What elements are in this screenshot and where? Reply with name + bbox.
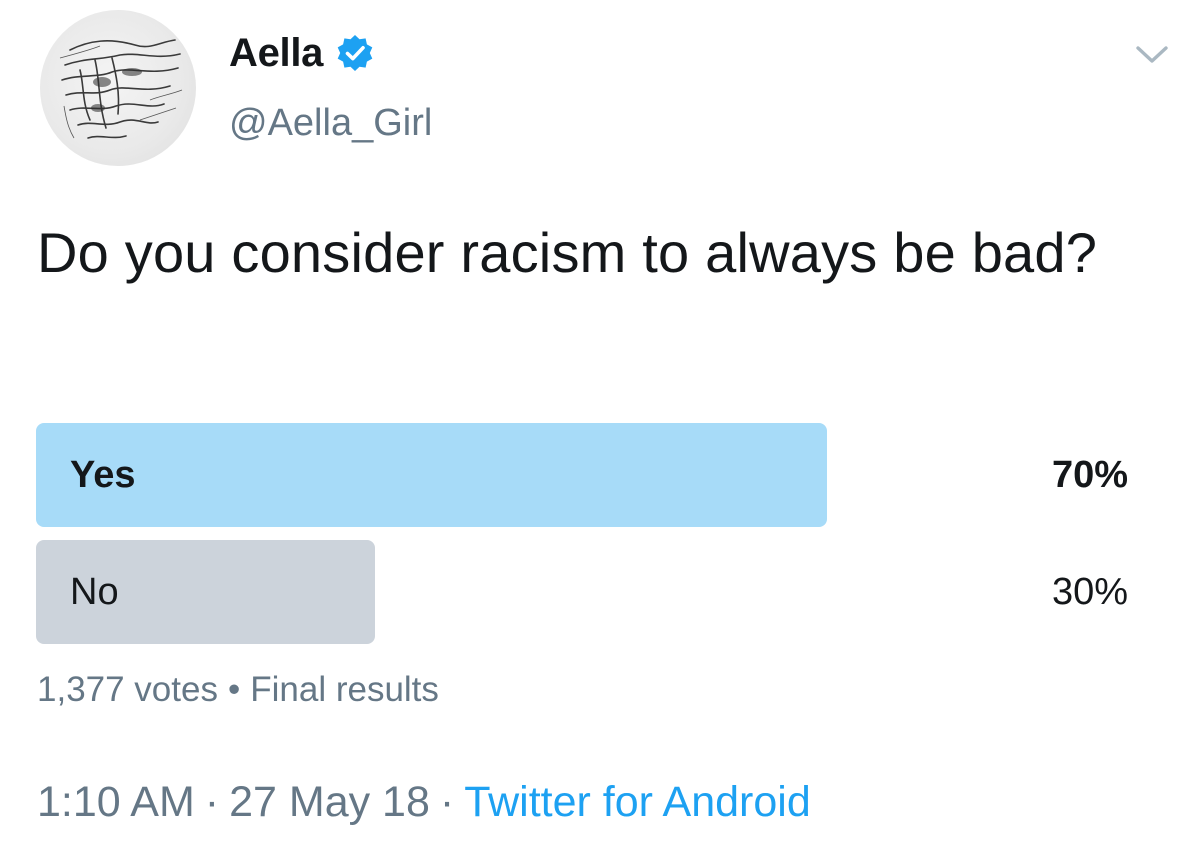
poll-option: No 30% (36, 540, 1166, 644)
poll-option-label: Yes (70, 454, 136, 496)
tweet-time[interactable]: 1:10 AM (37, 778, 195, 826)
author-handle[interactable]: @Aella_Girl (229, 102, 432, 145)
tweet-date[interactable]: 27 May 18 (229, 778, 430, 826)
tweet-card: Aella @Aella_Girl Do you consider racism… (0, 0, 1200, 856)
display-name[interactable]: Aella (229, 31, 323, 76)
chevron-down-icon[interactable] (1132, 40, 1172, 68)
poll-option: Yes 70% (36, 423, 1166, 527)
poll-status: Final results (250, 670, 439, 709)
verified-badge-icon (335, 33, 375, 73)
poll-vote-count: 1,377 votes (37, 670, 218, 709)
footer-separator: · (439, 778, 455, 826)
poll-result-bar (36, 423, 827, 527)
poll-option-percent: 70% (1051, 454, 1128, 496)
poll-option-percent: 30% (1051, 571, 1128, 613)
tweet-source-link[interactable]: Twitter for Android (464, 778, 811, 826)
poll-option-label: No (70, 571, 119, 613)
tweet-text: Do you consider racism to always be bad? (37, 221, 1098, 284)
avatar[interactable] (40, 10, 196, 166)
author-name-row[interactable]: Aella (229, 28, 375, 78)
poll-summary: 1,377 votes • Final results (37, 670, 439, 710)
poll-meta-separator: • (227, 670, 241, 709)
footer-separator: · (204, 778, 220, 826)
tweet-footer: 1:10 AM · 27 May 18 · Twitter for Android (37, 778, 811, 827)
sketched-face-avatar-icon (59, 39, 183, 139)
